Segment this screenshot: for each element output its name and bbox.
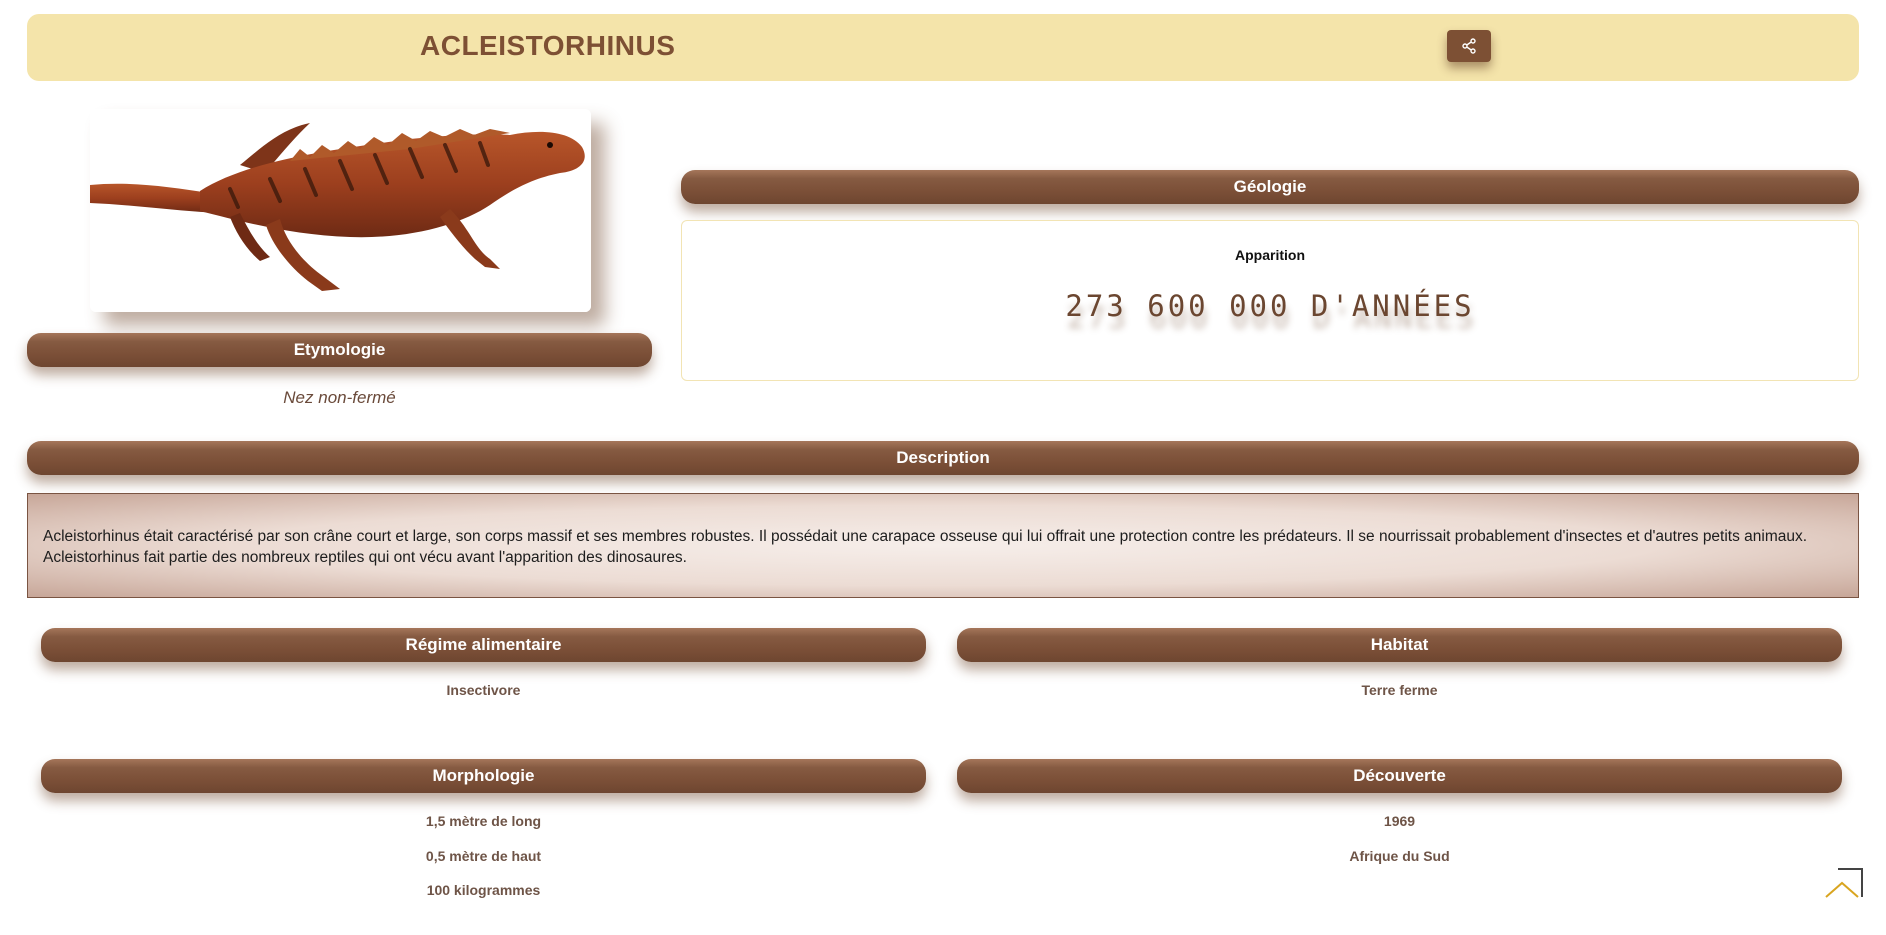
morphology-length: 1,5 mètre de long bbox=[425, 813, 542, 829]
description-box: Acleistorhinus était caractérisé par son… bbox=[27, 493, 1859, 598]
acleistorhinus-illustration bbox=[90, 109, 591, 312]
morphology-heading-label: Morphologie bbox=[432, 766, 535, 785]
diet-heading: Régime alimentaire bbox=[41, 628, 926, 662]
discovery-heading: Découverte bbox=[957, 759, 1842, 793]
geology-heading: Géologie bbox=[681, 170, 1859, 204]
morphology-heading: Morphologie bbox=[41, 759, 926, 793]
habitat-heading: Habitat bbox=[957, 628, 1842, 662]
geology-heading-label: Géologie bbox=[1233, 177, 1307, 196]
morphology-weight: 100 kilogrammes bbox=[426, 882, 541, 898]
etymology-heading: Etymologie bbox=[27, 333, 652, 367]
diet-heading-label: Régime alimentaire bbox=[405, 635, 562, 654]
etymology-text: Nez non-fermé bbox=[283, 388, 396, 407]
header-bar: ACLEISTORHINUS bbox=[27, 14, 1859, 81]
geology-box: Apparition 273 600 000 D'ANNÉES bbox=[681, 220, 1859, 381]
etymology-heading-label: Etymologie bbox=[293, 340, 386, 359]
habitat-heading-label: Habitat bbox=[1370, 635, 1429, 654]
description-line-1: Acleistorhinus était caractérisé par son… bbox=[43, 528, 1808, 545]
diet-value: Insectivore bbox=[446, 682, 521, 698]
appearance-label: Apparition bbox=[1235, 247, 1305, 263]
chevron-up-icon bbox=[1825, 868, 1863, 898]
animal-image bbox=[90, 109, 591, 312]
discovery-place: Afrique du Sud bbox=[1349, 848, 1450, 864]
description-line-2: Acleistorhinus fait partie des nombreux … bbox=[43, 549, 687, 566]
description-heading: Description bbox=[27, 441, 1859, 475]
habitat-value: Terre ferme bbox=[1361, 682, 1438, 698]
discovery-year: 1969 bbox=[1383, 813, 1416, 829]
morphology-height: 0,5 mètre de haut bbox=[425, 848, 542, 864]
discovery-heading-label: Découverte bbox=[1353, 766, 1446, 785]
share-icon bbox=[1462, 38, 1476, 54]
back-to-top-button[interactable] bbox=[1824, 867, 1864, 901]
page: ACLEISTORHINUS Etymologie Nez non-fermé … bbox=[0, 0, 1886, 935]
page-title: ACLEISTORHINUS bbox=[420, 30, 676, 61]
description-heading-label: Description bbox=[896, 448, 990, 467]
share-button[interactable] bbox=[1447, 30, 1491, 62]
appearance-value: 273 600 000 D'ANNÉES bbox=[1065, 289, 1475, 323]
